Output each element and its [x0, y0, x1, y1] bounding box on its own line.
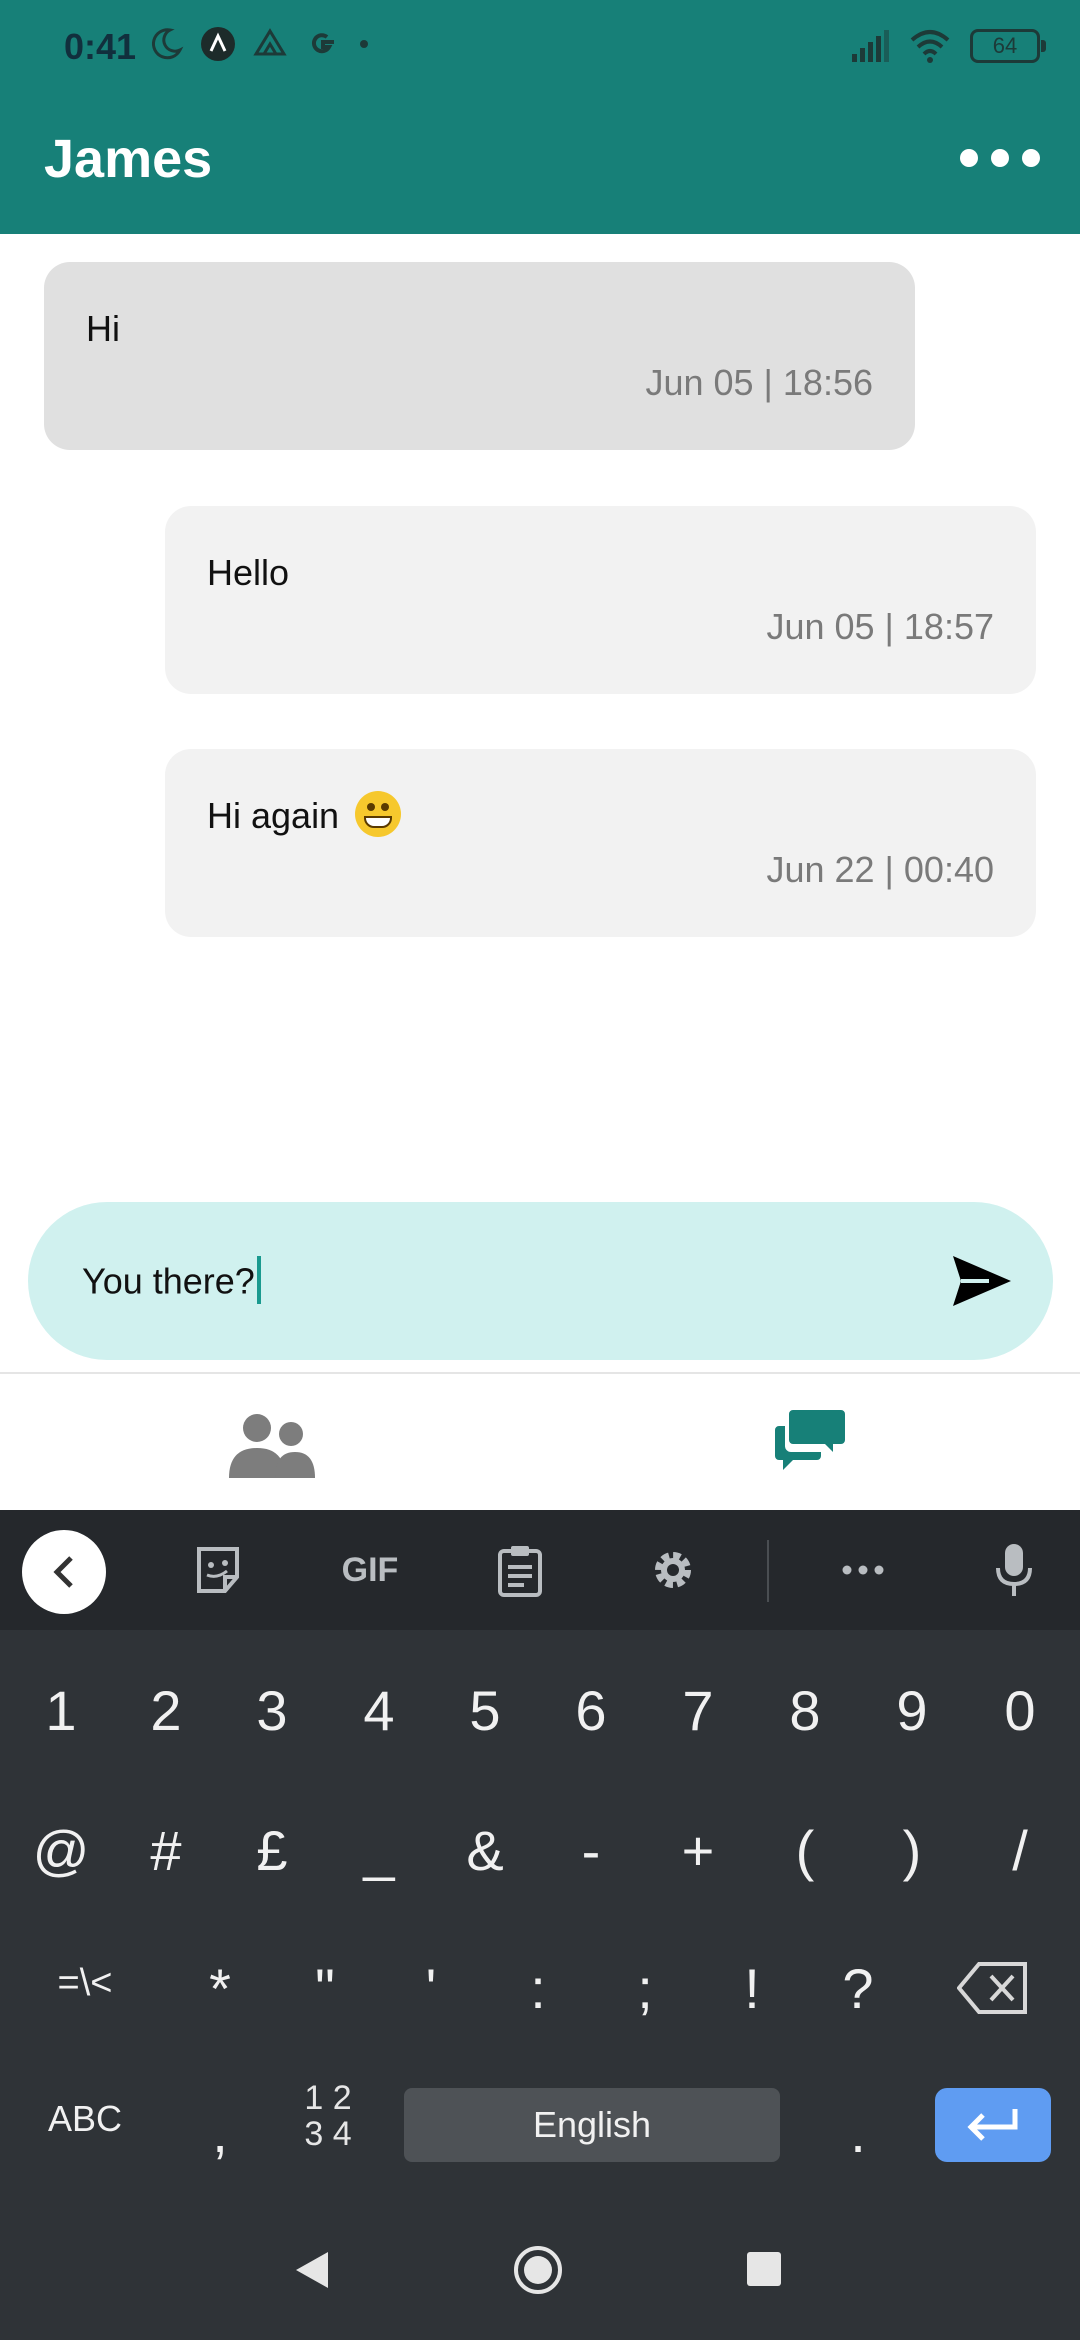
message-text: Hi — [86, 308, 120, 349]
more-horizontal-icon — [842, 1565, 884, 1575]
key[interactable]: : — [488, 1956, 588, 2021]
voice-input-button[interactable] — [994, 1540, 1034, 1600]
key[interactable]: / — [970, 1818, 1070, 1883]
gear-icon — [655, 1552, 691, 1588]
clipboard-button[interactable] — [494, 1540, 546, 1600]
moon-icon — [151, 28, 184, 60]
message-timestamp: Jun 22 | 00:40 — [766, 849, 994, 890]
key[interactable]: ) — [862, 1818, 962, 1883]
system-navigation-bar — [0, 2200, 1080, 2340]
key[interactable]: ' — [381, 1956, 481, 2021]
key[interactable]: 9 — [862, 1678, 962, 1743]
people-icon[interactable] — [225, 1412, 315, 1478]
key[interactable]: ; — [595, 1956, 695, 2021]
app-a-icon — [201, 27, 235, 61]
chat-bubbles-icon[interactable] — [775, 1408, 845, 1472]
clipboard-icon — [498, 1546, 542, 1597]
chevron-left-icon — [53, 1556, 73, 1588]
key[interactable]: ? — [808, 1956, 908, 2021]
recents-icon[interactable] — [747, 2252, 781, 2286]
key[interactable]: 4 — [329, 1678, 429, 1743]
toolbar-divider — [767, 1540, 769, 1602]
message-incoming[interactable]: Hi Jun 05 | 18:56 — [44, 262, 915, 450]
key[interactable]: # — [116, 1818, 216, 1883]
enter-key[interactable] — [935, 2088, 1051, 2162]
google-icon — [311, 33, 334, 54]
comma-key[interactable]: , — [170, 2100, 270, 2165]
back-icon[interactable] — [294, 2250, 330, 2290]
page-title: James — [44, 129, 213, 189]
message-text: Hello — [207, 552, 290, 593]
status-bar: 0:41 64 — [0, 0, 1080, 100]
key[interactable]: _ — [329, 1818, 429, 1883]
key[interactable]: 7 — [648, 1678, 748, 1743]
numpad-key[interactable]: 1 2 3 4 — [278, 2080, 378, 2152]
key[interactable]: - — [541, 1818, 641, 1883]
key[interactable]: 3 — [222, 1678, 322, 1743]
message-input-value: You there? — [82, 1260, 255, 1302]
dot-icon — [991, 149, 1009, 167]
app-header: 0:41 64 James — [0, 0, 1080, 234]
key[interactable]: @ — [11, 1818, 111, 1883]
more-keyboard-options-button[interactable] — [838, 1540, 888, 1600]
key[interactable]: " — [275, 1956, 375, 2021]
key[interactable]: 2 — [116, 1678, 216, 1743]
numpad-label-top: 1 2 — [304, 2079, 352, 2117]
message-outgoing[interactable]: Hello Jun 05 | 18:57 — [165, 506, 1036, 694]
period-key[interactable]: . — [808, 2100, 908, 2165]
message-input-text[interactable]: You there? — [82, 1256, 261, 1308]
message-timestamp: Jun 05 | 18:56 — [645, 362, 873, 403]
keyboard-back-button[interactable] — [22, 1530, 106, 1614]
settings-button[interactable] — [646, 1540, 700, 1600]
sticker-button[interactable] — [190, 1540, 246, 1600]
gif-button[interactable]: GIF — [330, 1540, 410, 1600]
battery-icon: 64 — [970, 29, 1046, 63]
microphone-icon — [996, 1544, 1032, 1596]
more-options-button[interactable] — [960, 140, 1040, 176]
key[interactable]: ( — [755, 1818, 855, 1883]
status-time: 0:41 — [64, 26, 137, 67]
key[interactable]: ! — [702, 1956, 802, 2021]
key[interactable]: 6 — [541, 1678, 641, 1743]
space-key[interactable]: English — [404, 2088, 780, 2162]
abc-key[interactable]: ABC — [35, 2098, 135, 2140]
key[interactable]: £ — [222, 1818, 322, 1883]
message-outgoing[interactable]: Hi again Jun 22 | 00:40 — [165, 749, 1036, 937]
message-text-wrap: Hi again — [207, 791, 402, 841]
drive-icon — [253, 28, 287, 56]
numpad-label-bottom: 3 4 — [304, 2115, 352, 2153]
key[interactable]: * — [170, 1956, 270, 2021]
enter-icon — [967, 2109, 1018, 2141]
dot-icon — [1022, 149, 1040, 167]
battery-level: 64 — [992, 33, 1018, 58]
key[interactable]: 8 — [755, 1678, 855, 1743]
key[interactable]: 0 — [970, 1678, 1070, 1743]
wifi-icon — [910, 30, 950, 63]
message-input[interactable]: You there? — [28, 1202, 1053, 1360]
key[interactable]: & — [435, 1818, 535, 1883]
keyboard-toolbar: GIF — [0, 1510, 1080, 1630]
backspace-key[interactable] — [952, 1960, 1034, 2016]
key[interactable]: 1 — [11, 1678, 111, 1743]
backspace-icon — [956, 1962, 1027, 2014]
key[interactable]: + — [648, 1818, 748, 1883]
send-icon[interactable] — [949, 1248, 1015, 1314]
status-notification-icons — [148, 26, 372, 62]
home-icon[interactable] — [512, 2244, 564, 2296]
sticker-icon — [197, 1547, 239, 1593]
status-system-icons: 64 — [850, 28, 1046, 64]
dot-icon — [360, 40, 368, 48]
text-caret — [256, 1256, 261, 1304]
message-timestamp: Jun 05 | 18:57 — [766, 606, 994, 647]
message-text: Hi again — [207, 795, 340, 836]
dot-icon — [960, 149, 978, 167]
bottom-navigation — [0, 1372, 1080, 1510]
key[interactable]: 5 — [435, 1678, 535, 1743]
signal-icon — [852, 30, 889, 62]
more-symbols-key[interactable]: =\< — [35, 1962, 135, 2005]
grinning-face-icon — [355, 791, 402, 838]
